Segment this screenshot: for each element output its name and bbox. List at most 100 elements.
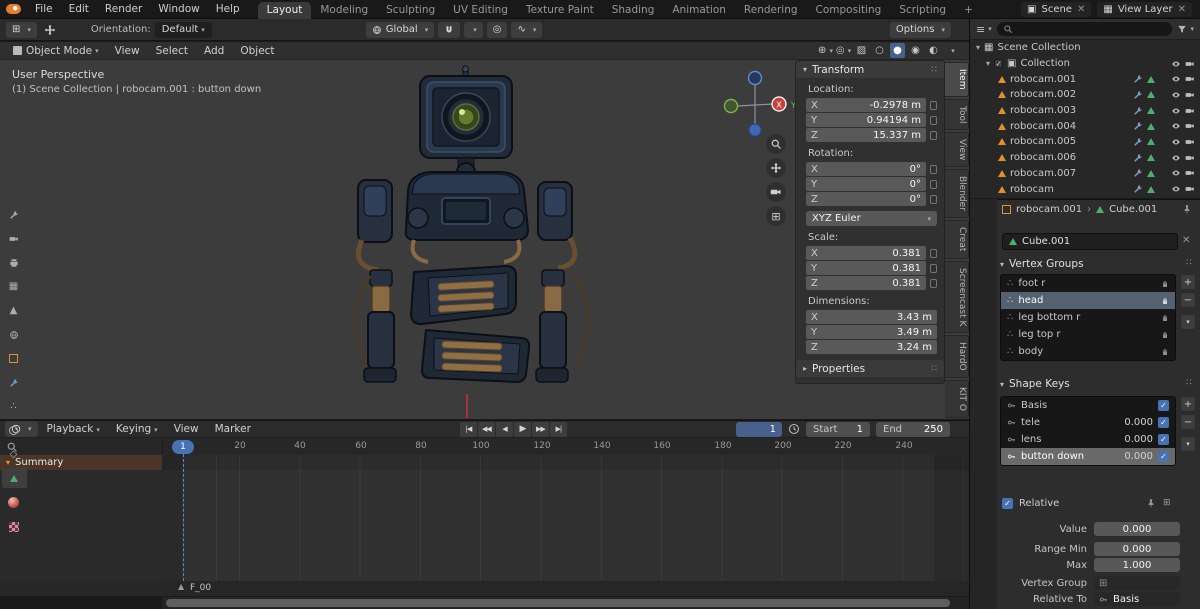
tab-material[interactable] bbox=[3, 493, 24, 512]
collection-row[interactable]: ▾ ▣ Collection bbox=[970, 56, 1200, 72]
edit-mode-display-icon[interactable]: ⊞ bbox=[1163, 498, 1171, 508]
rotation-z-field[interactable]: Z 0° bbox=[806, 192, 926, 206]
scene-collection-row[interactable]: ▾ ▦ Scene Collection bbox=[970, 40, 1200, 56]
datablock-options-icon[interactable]: ✕ bbox=[1182, 235, 1190, 246]
shape-key-mute-checkbox[interactable] bbox=[1158, 417, 1169, 428]
lock-icon[interactable] bbox=[1161, 331, 1169, 339]
overlays-dropdown[interactable]: ◎ bbox=[836, 43, 851, 58]
display-mode-dropdown[interactable]: ≡ bbox=[976, 23, 992, 36]
play-reverse-button[interactable]: ◀ bbox=[495, 421, 513, 437]
object-row[interactable]: robocam.004 bbox=[970, 118, 1200, 134]
orientation-dropdown[interactable]: Default bbox=[154, 21, 212, 38]
lock-icon[interactable] bbox=[930, 164, 937, 174]
object-row[interactable]: robocam.005 bbox=[970, 134, 1200, 150]
n-tab-view[interactable]: View bbox=[945, 131, 969, 168]
unlink-view-layer-icon[interactable]: ✕ bbox=[1178, 4, 1186, 15]
workspace-tab-shading[interactable]: Shading bbox=[603, 2, 664, 19]
shape-key-mute-checkbox[interactable] bbox=[1158, 434, 1169, 445]
disable-render-icon[interactable] bbox=[1185, 106, 1195, 116]
vertex-group-row[interactable]: ∴ leg bottom r bbox=[1001, 309, 1175, 326]
shape-key-specials-button[interactable]: ▾ bbox=[1180, 436, 1196, 452]
pan-view-button[interactable] bbox=[766, 158, 786, 178]
location-x-field[interactable]: X -0.2978 m bbox=[806, 98, 926, 112]
lock-icon[interactable] bbox=[1161, 314, 1169, 322]
current-frame-indicator[interactable]: 1 bbox=[172, 440, 194, 454]
marker-strip[interactable]: ▲ F_00 bbox=[162, 581, 969, 596]
menu-file[interactable]: File bbox=[27, 0, 61, 19]
menu-help[interactable]: Help bbox=[208, 0, 248, 19]
viewport-menu-add[interactable]: Add bbox=[197, 45, 231, 57]
camera-view-button[interactable] bbox=[766, 182, 786, 202]
disable-render-icon[interactable] bbox=[1185, 137, 1195, 147]
object-row[interactable]: robocam.001 bbox=[970, 71, 1200, 87]
tab-tool[interactable] bbox=[3, 205, 24, 224]
next-keyframe-button[interactable]: ▶▶ bbox=[531, 421, 549, 437]
shading-wireframe-button[interactable]: ○ bbox=[872, 43, 887, 58]
vertex-group-field[interactable]: ⊞ bbox=[1094, 576, 1180, 590]
n-tab-creat[interactable]: Creat bbox=[945, 220, 969, 259]
playhead-line[interactable] bbox=[183, 454, 184, 596]
hide-eye-icon[interactable] bbox=[1171, 184, 1181, 194]
add-vertex-group-button[interactable]: + bbox=[1180, 274, 1196, 290]
tab-texture[interactable] bbox=[3, 517, 24, 536]
lock-icon[interactable] bbox=[930, 278, 937, 288]
shape-key-row[interactable]: tele 0.000 bbox=[1001, 414, 1175, 431]
value-slider[interactable]: 0.000 bbox=[1094, 522, 1180, 536]
perspective-ortho-button[interactable]: ⊞ bbox=[766, 206, 786, 226]
add-shape-key-button[interactable]: + bbox=[1180, 396, 1196, 412]
timeline-menu-view[interactable]: View bbox=[167, 423, 206, 435]
viewport-menu-view[interactable]: View bbox=[108, 45, 147, 57]
n-tab-tool[interactable]: Tool bbox=[945, 98, 969, 130]
shading-rendered-button[interactable]: ◐ bbox=[926, 43, 941, 58]
timeline-menu-playback[interactable]: Playback bbox=[40, 423, 107, 435]
rotation-x-field[interactable]: X 0° bbox=[806, 162, 926, 176]
lock-icon[interactable] bbox=[1161, 297, 1169, 305]
tab-particles[interactable]: ∴ bbox=[3, 397, 24, 416]
lock-icon[interactable] bbox=[930, 263, 937, 273]
disable-render-icon[interactable] bbox=[1185, 74, 1195, 84]
object-row[interactable]: robocam bbox=[970, 181, 1200, 197]
hide-eye-icon[interactable] bbox=[1171, 106, 1181, 116]
lock-icon[interactable] bbox=[930, 248, 937, 258]
timeline-menu-keying[interactable]: Keying bbox=[109, 423, 165, 435]
vertex-group-specials-button[interactable]: ▾ bbox=[1180, 314, 1196, 330]
gizmo-neg-z-axis[interactable] bbox=[748, 123, 762, 137]
object-row[interactable]: robocam.002 bbox=[970, 87, 1200, 103]
location-z-field[interactable]: Z 15.337 m bbox=[806, 128, 926, 142]
workspace-tab-rendering[interactable]: Rendering bbox=[735, 2, 807, 19]
shape-key-mute-checkbox[interactable] bbox=[1158, 451, 1169, 462]
disable-render-icon[interactable] bbox=[1185, 90, 1195, 100]
relative-checkbox[interactable] bbox=[1002, 498, 1013, 509]
workspace-tab-modeling[interactable]: Modeling bbox=[311, 2, 377, 19]
hide-eye-icon[interactable] bbox=[1171, 74, 1181, 84]
disable-render-icon[interactable] bbox=[1185, 59, 1195, 69]
n-tab-item[interactable]: Item bbox=[945, 62, 969, 97]
gizmos-dropdown[interactable]: ⊕ bbox=[818, 43, 833, 58]
current-frame-field[interactable]: 1 bbox=[736, 421, 782, 437]
object-row[interactable]: robocam.007 bbox=[970, 166, 1200, 182]
shape-key-row[interactable]: Basis bbox=[1001, 397, 1175, 414]
hide-eye-icon[interactable] bbox=[1171, 153, 1181, 163]
timeline-ruler[interactable]: 20 40 60 80 100 120 140 160 180 200 220 … bbox=[162, 438, 969, 455]
breadcrumb-data[interactable]: Cube.001 bbox=[1109, 204, 1157, 215]
robot-model[interactable] bbox=[330, 62, 650, 418]
tab-physics[interactable] bbox=[3, 421, 24, 440]
vertex-group-row[interactable]: ∴ leg top r bbox=[1001, 326, 1175, 343]
n-tab-blender[interactable]: Blender bbox=[945, 169, 969, 219]
object-row[interactable]: robocam.006 bbox=[970, 150, 1200, 166]
shape-key-row[interactable]: lens 0.000 bbox=[1001, 431, 1175, 448]
mesh-datablock-field[interactable]: Cube.001 bbox=[1002, 233, 1178, 250]
unlink-scene-icon[interactable]: ✕ bbox=[1077, 4, 1085, 15]
workspace-tab-sculpting[interactable]: Sculpting bbox=[377, 2, 444, 19]
viewport-menu-select[interactable]: Select bbox=[149, 45, 195, 57]
tab-object[interactable] bbox=[3, 349, 24, 368]
scale-x-field[interactable]: X 0.381 bbox=[806, 246, 926, 260]
scale-y-field[interactable]: Y 0.381 bbox=[806, 261, 926, 275]
view-layer-selector[interactable]: ▦ View Layer ✕ bbox=[1097, 1, 1192, 17]
add-workspace-button[interactable]: + bbox=[955, 2, 982, 19]
lock-icon[interactable] bbox=[930, 194, 937, 204]
panel-menu-icon[interactable]: ∷ bbox=[931, 364, 937, 374]
object-row[interactable]: robocam.003 bbox=[970, 103, 1200, 119]
dimensions-y-field[interactable]: Y 3.49 m bbox=[806, 325, 937, 339]
dimensions-x-field[interactable]: X 3.43 m bbox=[806, 310, 937, 324]
